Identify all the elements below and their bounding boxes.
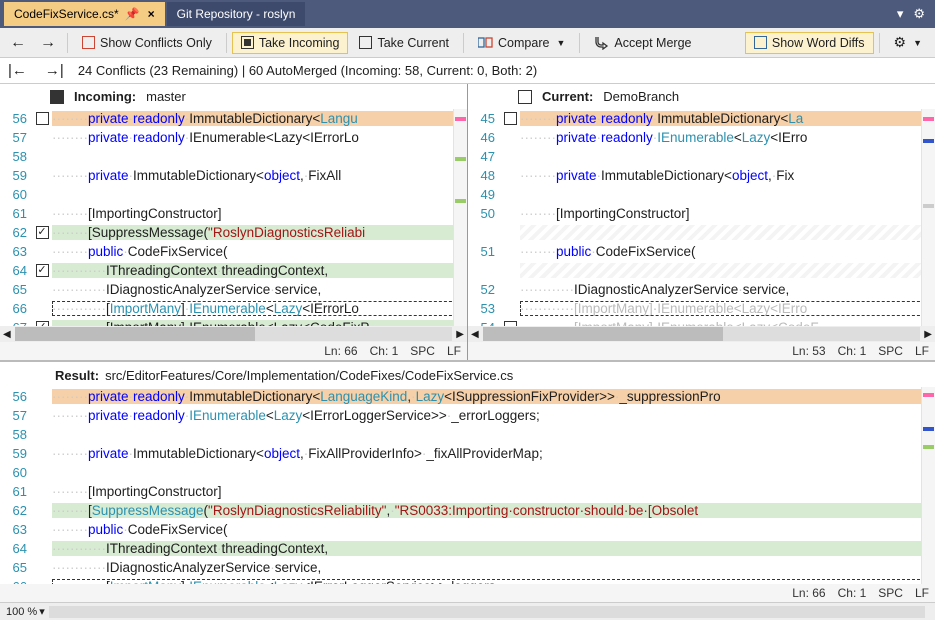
- document-tabs: CodeFixService.cs* 📌 × Git Repository - …: [0, 0, 935, 28]
- h-scrollbar[interactable]: [49, 606, 925, 618]
- line-checkbox[interactable]: [36, 321, 49, 326]
- merge-toolbar: ← → Show Conflicts Only Take Incoming Ta…: [0, 28, 935, 58]
- result-status: Ln: 66Ch: 1SPCLF: [0, 584, 935, 602]
- chevron-down-icon: ▼: [556, 38, 565, 48]
- conflict-summary: 24 Conflicts (23 Remaining) | 60 AutoMer…: [78, 63, 537, 78]
- tab-active-file[interactable]: CodeFixService.cs* 📌 ×: [4, 2, 165, 26]
- word-diffs-icon: [754, 36, 767, 49]
- show-conflicts-button[interactable]: Show Conflicts Only: [73, 32, 221, 54]
- conflict-icon: [82, 36, 95, 49]
- take-current-button[interactable]: Take Current: [350, 32, 458, 54]
- current-header: Current: DemoBranch: [468, 84, 935, 109]
- take-current-icon: [359, 36, 372, 49]
- line-checkbox[interactable]: [36, 226, 49, 239]
- take-incoming-icon: [241, 36, 254, 49]
- accept-merge-button[interactable]: Accept Merge: [585, 32, 700, 54]
- zoom-row: 100 % ▾: [0, 602, 935, 620]
- h-scrollbar[interactable]: ◀▶: [0, 326, 467, 342]
- overview-map[interactable]: [453, 109, 467, 326]
- current-code[interactable]: 45········private·readonly·ImmutableDict…: [468, 109, 935, 326]
- show-word-diffs-button[interactable]: Show Word Diffs: [745, 32, 874, 54]
- chevron-down-icon[interactable]: ▾: [39, 605, 45, 618]
- nav-forward-button[interactable]: →: [34, 31, 62, 55]
- gear-icon: ⚙: [894, 34, 907, 51]
- close-icon[interactable]: ×: [148, 7, 155, 21]
- line-checkbox[interactable]: [36, 264, 49, 277]
- current-pane: Current: DemoBranch 45········private·re…: [468, 84, 935, 360]
- nav-back-button[interactable]: ←: [4, 31, 32, 55]
- incoming-status: Ln: 66Ch: 1SPCLF: [0, 342, 467, 360]
- incoming-color-icon: [50, 90, 64, 104]
- chevron-down-icon[interactable]: ▾: [897, 6, 904, 22]
- incoming-code[interactable]: 56········private·readonly·ImmutableDict…: [0, 109, 467, 326]
- h-scrollbar[interactable]: ◀▶: [468, 326, 935, 342]
- accept-merge-icon: [594, 36, 609, 50]
- chevron-down-icon: ▼: [913, 38, 922, 48]
- zoom-level[interactable]: 100 %: [6, 606, 37, 618]
- incoming-pane: Incoming: master 56········private·reado…: [0, 84, 468, 360]
- current-status: Ln: 53Ch: 1SPCLF: [468, 342, 935, 360]
- conflict-infobar: |← →| 24 Conflicts (23 Remaining) | 60 A…: [0, 58, 935, 84]
- take-incoming-button[interactable]: Take Incoming: [232, 32, 349, 54]
- result-header: Result:src/EditorFeatures/Core/Implement…: [0, 362, 935, 387]
- next-conflict-button[interactable]: →|: [41, 62, 68, 79]
- incoming-header: Incoming: master: [0, 84, 467, 109]
- settings-button[interactable]: ⚙ ▼: [885, 30, 931, 55]
- tab-git-repo[interactable]: Git Repository - roslyn: [167, 2, 306, 26]
- result-pane: Result:src/EditorFeatures/Core/Implement…: [0, 362, 935, 602]
- gear-icon[interactable]: ⚙: [913, 6, 925, 22]
- overview-map[interactable]: [921, 387, 935, 584]
- compare-icon: [478, 36, 493, 49]
- compare-button[interactable]: Compare ▼: [469, 32, 574, 54]
- result-code[interactable]: 56········private·readonly·ImmutableDict…: [0, 387, 935, 584]
- current-color-icon: [518, 90, 532, 104]
- overview-map[interactable]: [921, 109, 935, 326]
- pin-icon[interactable]: 📌: [125, 7, 140, 21]
- prev-conflict-button[interactable]: |←: [4, 62, 31, 79]
- line-checkbox[interactable]: [504, 321, 517, 326]
